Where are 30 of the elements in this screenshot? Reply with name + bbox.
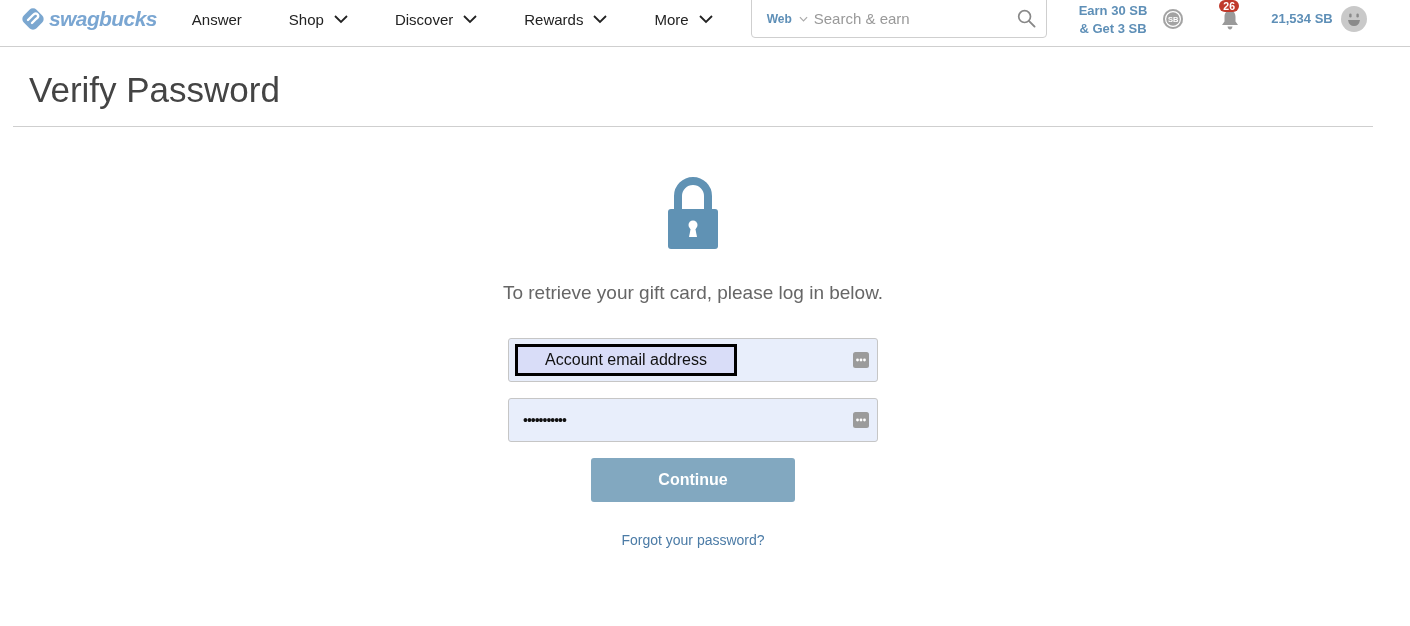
chevron-down-icon [463,14,478,24]
balance-link[interactable]: 21,534 SB [1271,11,1333,26]
email-field[interactable]: Account email address [508,338,878,382]
caret-icon [798,15,808,22]
nav-menu-item[interactable]: Rewards [524,10,608,28]
chevron-down-icon [698,14,713,24]
search-input[interactable]: Search & earn [813,10,999,27]
smiley-avatar-icon[interactable] [1340,6,1367,32]
earn-promo-link[interactable]: Earn 30 SB & Get 3 SB [1078,2,1148,38]
instruction-text: To retrieve your gift card, please log in below. [502,281,884,305]
redaction-label: Account email address [515,344,737,376]
chevron-down-icon [333,14,348,24]
bell-icon[interactable] [1221,9,1240,30]
password-field[interactable]: ••••••••••• [508,398,878,442]
chevron-down-icon [593,14,608,24]
nav-menu-item[interactable]: Shop [288,10,348,28]
page-title: Verify Password [29,69,280,111]
nav-menu-item[interactable]: Discover [394,10,478,28]
padlock-icon [668,177,718,249]
ellipsis-icon[interactable] [853,352,869,368]
continue-button[interactable]: Continue [591,458,795,502]
search-scope-dropdown[interactable]: Web [766,11,808,26]
logo-text[interactable]: swagbucks [49,7,157,31]
search-field[interactable]: Web Search & earn [750,0,1047,38]
nav-menu-item[interactable]: Answer [191,10,242,28]
nav-menu-item[interactable]: More [654,10,713,28]
search-icon[interactable] [1016,9,1036,28]
ellipsis-icon[interactable] [853,412,869,428]
notification-count: 26 [1219,0,1239,12]
forgot-password-link[interactable]: Forgot your password? [621,532,765,548]
